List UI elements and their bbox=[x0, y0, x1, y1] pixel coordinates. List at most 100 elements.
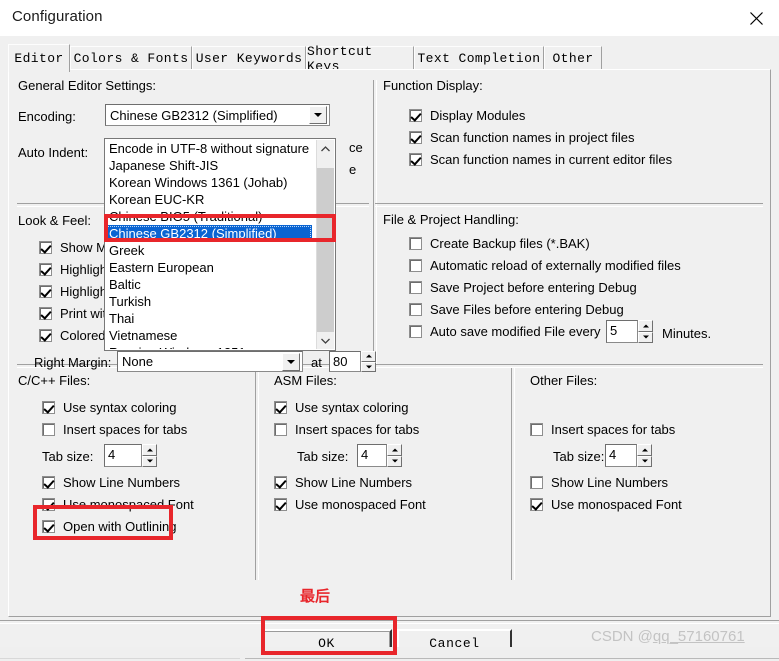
cpp-insert-spaces-for-tabs[interactable]: Insert spaces for tabs bbox=[42, 422, 187, 437]
dropdown-item-0[interactable]: Encode in UTF-8 without signature bbox=[106, 140, 312, 157]
tab-label: User Keywords bbox=[195, 51, 303, 66]
spinner-up-icon[interactable] bbox=[361, 351, 376, 362]
footer-divider bbox=[0, 620, 779, 624]
other-use-monospaced-font[interactable]: Use monospaced Font bbox=[530, 497, 682, 512]
checkbox-box bbox=[409, 281, 422, 294]
right-margin-column-input[interactable]: 80 bbox=[329, 351, 361, 372]
right-margin-combobox[interactable]: None bbox=[117, 351, 303, 372]
spinner-up-icon[interactable] bbox=[142, 444, 157, 456]
function-display-checkbox-2[interactable]: Scan function names in current editor fi… bbox=[409, 152, 672, 167]
file-project-checkbox-1[interactable]: Automatic reload of externally modified … bbox=[409, 258, 681, 273]
close-button[interactable] bbox=[733, 0, 779, 36]
file-project-label-0: Create Backup files (*.BAK) bbox=[430, 236, 590, 251]
encoding-dropdown-list[interactable]: Encode in UTF-8 without signature Japane… bbox=[104, 138, 336, 351]
tab-strip: Editor Colors & Fonts User Keywords Shor… bbox=[8, 44, 771, 74]
spinner-down-icon[interactable] bbox=[361, 361, 376, 372]
minutes-label: Minutes. bbox=[662, 326, 712, 341]
desktop-line-right bbox=[245, 658, 779, 659]
spinner-up-icon[interactable] bbox=[637, 444, 652, 456]
dropdown-item-11[interactable]: Vietnamese bbox=[106, 327, 312, 344]
spinner-down-icon[interactable] bbox=[637, 455, 652, 467]
right-margin-spinner[interactable] bbox=[361, 351, 376, 372]
tab-shortcut-keys[interactable]: Shortcut Keys bbox=[306, 44, 414, 74]
chevron-up-icon[interactable] bbox=[317, 140, 334, 157]
checkbox-box bbox=[42, 520, 55, 533]
cpp-tab-size-spinner[interactable] bbox=[142, 444, 157, 467]
spinner-down-icon[interactable] bbox=[387, 455, 402, 467]
function-display-label-0: Display Modules bbox=[430, 108, 526, 123]
other-tab-size-input[interactable]: 4 bbox=[605, 444, 637, 467]
file-project-checkbox-0[interactable]: Create Backup files (*.BAK) bbox=[409, 236, 590, 251]
look-feel-checkbox-2[interactable]: Highligh bbox=[39, 284, 107, 299]
spinner-up-icon[interactable] bbox=[638, 320, 653, 332]
chevron-down-icon[interactable] bbox=[317, 332, 334, 349]
asm-use-syntax-coloring[interactable]: Use syntax coloring bbox=[274, 400, 408, 415]
look-feel-checkbox-4[interactable]: Colored bbox=[39, 328, 106, 343]
checkbox-box bbox=[274, 498, 287, 511]
spinner-up-icon[interactable] bbox=[387, 444, 402, 456]
cpp-syntax-label: Use syntax coloring bbox=[63, 400, 177, 415]
other-show-line-numbers[interactable]: Show Line Numbers bbox=[530, 475, 668, 490]
asm-insert-spaces-label: Insert spaces for tabs bbox=[295, 422, 420, 437]
cpp-open-with-outlining[interactable]: Open with Outlining bbox=[42, 519, 176, 534]
cpp-show-line-numbers[interactable]: Show Line Numbers bbox=[42, 475, 180, 490]
file-project-label-1: Automatic reload of externally modified … bbox=[430, 258, 681, 273]
dropdown-item-2[interactable]: Korean Windows 1361 (Johab) bbox=[106, 174, 312, 191]
dropdown-item-9[interactable]: Turkish bbox=[106, 293, 312, 310]
look-feel-checkbox-1[interactable]: Highligh bbox=[39, 262, 107, 277]
auto-save-checkbox[interactable]: Auto save modified File every bbox=[409, 324, 601, 339]
tab-label: Colors & Fonts bbox=[73, 51, 189, 66]
look-feel-label-3: Print wit bbox=[60, 306, 107, 321]
cpp-use-syntax-coloring[interactable]: Use syntax coloring bbox=[42, 400, 176, 415]
dropdown-item-7[interactable]: Eastern European bbox=[106, 259, 312, 276]
chevron-down-icon[interactable] bbox=[282, 352, 300, 371]
dropdown-item-8[interactable]: Baltic bbox=[106, 276, 312, 293]
dropdown-item-12[interactable]: Russian Windows-1251 bbox=[106, 344, 312, 349]
dropdown-item-6[interactable]: Greek bbox=[106, 242, 312, 259]
function-display-checkbox-1[interactable]: Scan function names in project files bbox=[409, 130, 635, 145]
vertical-divider-cpp-asm bbox=[255, 368, 259, 580]
auto-save-spinner[interactable] bbox=[638, 320, 653, 343]
checkbox-box bbox=[42, 498, 55, 511]
tab-other[interactable]: Other bbox=[544, 46, 602, 70]
dropdown-scrollbar[interactable] bbox=[316, 140, 334, 349]
asm-line-numbers-label: Show Line Numbers bbox=[295, 475, 413, 490]
file-project-label-2: Save Project before entering Debug bbox=[430, 280, 637, 295]
scrollbar-thumb[interactable] bbox=[317, 168, 334, 333]
cpp-use-monospaced-font[interactable]: Use monospaced Font bbox=[42, 497, 194, 512]
asm-tab-size-spinner[interactable] bbox=[387, 444, 402, 467]
asm-insert-spaces-for-tabs[interactable]: Insert spaces for tabs bbox=[274, 422, 419, 437]
tab-label: Other bbox=[552, 51, 594, 66]
look-feel-checkbox-0[interactable]: Show M bbox=[39, 240, 107, 255]
file-project-label-3: Save Files before entering Debug bbox=[430, 302, 624, 317]
tab-user-keywords[interactable]: User Keywords bbox=[192, 46, 306, 70]
spinner-down-icon[interactable] bbox=[638, 331, 653, 343]
auto-save-minutes-input[interactable]: 5 bbox=[606, 320, 638, 343]
tab-colors-and-fonts[interactable]: Colors & Fonts bbox=[70, 46, 192, 70]
other-tab-size-spinner[interactable] bbox=[637, 444, 652, 467]
tab-text-completion[interactable]: Text Completion bbox=[414, 46, 544, 70]
tab-editor[interactable]: Editor bbox=[8, 44, 70, 72]
asm-show-line-numbers[interactable]: Show Line Numbers bbox=[274, 475, 412, 490]
asm-files-title: ASM Files: bbox=[274, 373, 337, 388]
cpp-tab-size-input[interactable]: 4 bbox=[104, 444, 142, 467]
chevron-down-icon[interactable] bbox=[309, 106, 327, 124]
dropdown-item-10[interactable]: Thai bbox=[106, 310, 312, 327]
encoding-combobox[interactable]: Chinese GB2312 (Simplified) bbox=[105, 104, 330, 126]
encoding-dropdown-items[interactable]: Encode in UTF-8 without signature Japane… bbox=[106, 140, 312, 349]
other-insert-spaces-for-tabs[interactable]: Insert spaces for tabs bbox=[530, 422, 675, 437]
look-feel-checkbox-3[interactable]: Print wit bbox=[39, 306, 106, 321]
other-files-title: Other Files: bbox=[530, 373, 598, 388]
dropdown-item-4[interactable]: Chinese BIG5 (Traditional) bbox=[106, 208, 312, 225]
cpp-insert-spaces-label: Insert spaces for tabs bbox=[63, 422, 188, 437]
asm-tab-size-input[interactable]: 4 bbox=[357, 444, 387, 467]
asm-use-monospaced-font[interactable]: Use monospaced Font bbox=[274, 497, 426, 512]
spinner-down-icon[interactable] bbox=[142, 455, 157, 467]
dropdown-item-1[interactable]: Japanese Shift-JIS bbox=[106, 157, 312, 174]
dropdown-item-5-selected[interactable]: Chinese GB2312 (Simplified) bbox=[106, 225, 312, 242]
dropdown-item-3[interactable]: Korean EUC-KR bbox=[106, 191, 312, 208]
encoding-label: Encoding: bbox=[18, 109, 76, 124]
file-project-checkbox-3[interactable]: Save Files before entering Debug bbox=[409, 302, 624, 317]
file-project-checkbox-2[interactable]: Save Project before entering Debug bbox=[409, 280, 637, 295]
function-display-checkbox-0[interactable]: Display Modules bbox=[409, 108, 525, 123]
